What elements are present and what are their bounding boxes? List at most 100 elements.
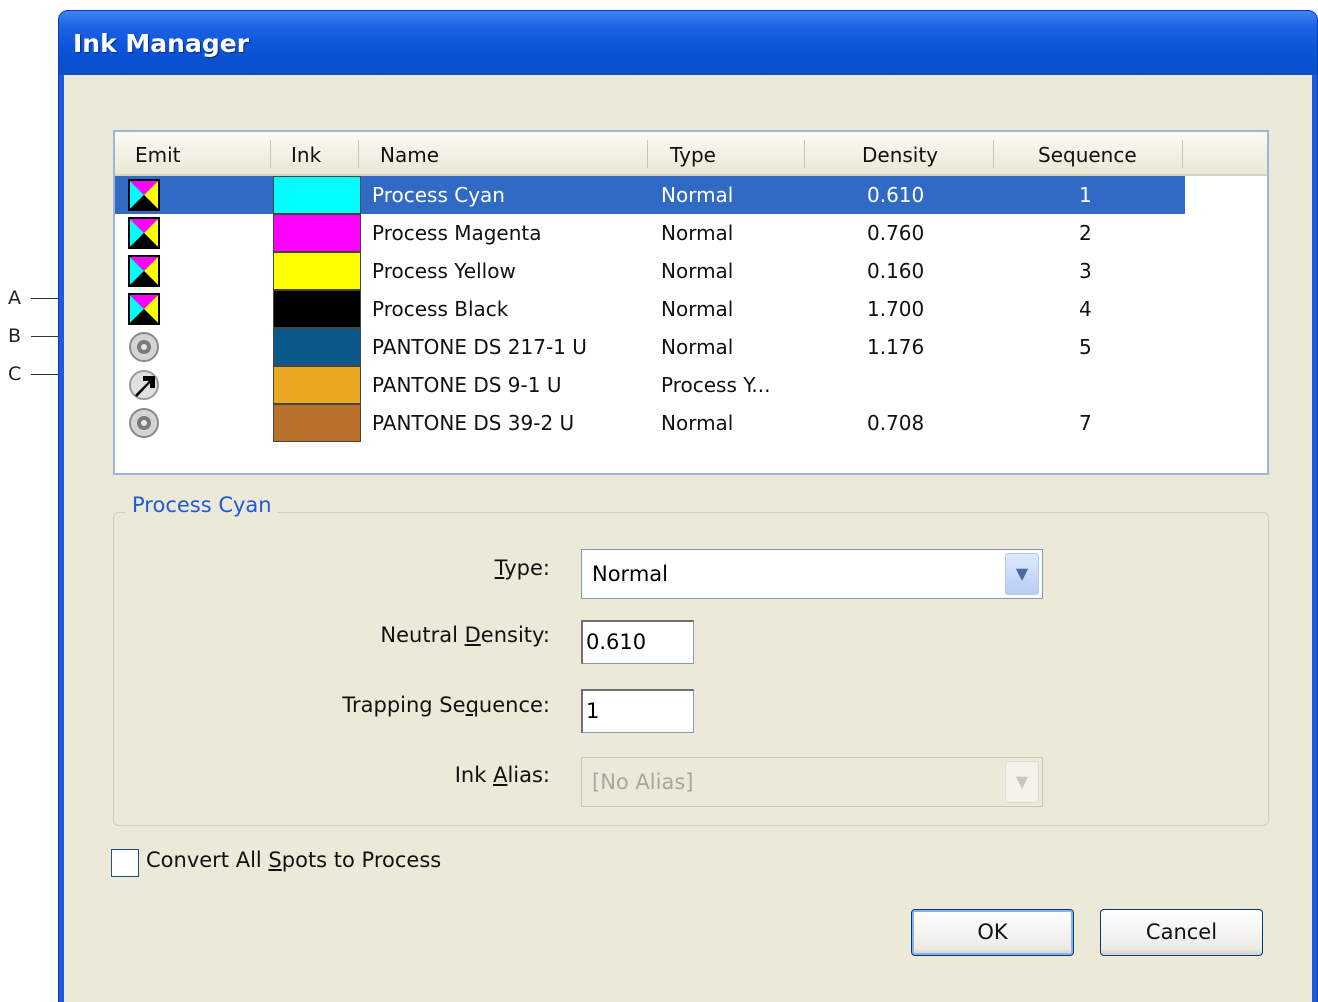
ink-swatch [273, 404, 361, 442]
callout-b-label: B [8, 325, 22, 347]
ink-table: Emit Ink Name Type Density Sequence Proc… [113, 130, 1269, 475]
ink-type: Normal [661, 221, 734, 245]
process-ink-icon[interactable] [127, 254, 161, 288]
callout-c-label: C [8, 363, 22, 385]
ink-name: PANTONE DS 217-1 U [372, 335, 587, 359]
table-row[interactable]: PANTONE DS 9-1 U Process Y... [115, 366, 1185, 404]
ink-name: Process Cyan [372, 183, 505, 207]
column-header-ink[interactable]: Ink [291, 132, 321, 174]
ink-name: Process Black [372, 297, 509, 321]
ink-name: PANTONE DS 9-1 U [372, 373, 562, 397]
ink-alias-select: [No Alias] ▼ [581, 757, 1043, 807]
convert-all-spots-checkbox[interactable] [111, 849, 139, 877]
ink-type: Normal [661, 411, 734, 435]
cancel-button[interactable]: Cancel [1100, 909, 1263, 956]
column-header-emit[interactable]: Emit [135, 132, 181, 174]
table-row[interactable]: PANTONE DS 39-2 U Normal 0.708 7 [115, 404, 1185, 442]
column-separator[interactable] [647, 140, 648, 168]
trapping-sequence-label: Trapping Sequence: [170, 693, 550, 717]
type-label-mnemonic: T [494, 556, 505, 580]
neutral-density-label-mnemonic: D [464, 623, 481, 647]
ink-swatch [273, 176, 361, 214]
ink-density: 0.160 [867, 259, 925, 283]
title-bar[interactable]: Ink Manager [59, 11, 1317, 75]
chevron-down-icon[interactable]: ▼ [1005, 553, 1039, 595]
convert-all-spots-label[interactable]: Convert All Spots to Process [146, 848, 441, 872]
ink-sequence: 7 [1079, 411, 1092, 435]
table-row[interactable]: PANTONE DS 217-1 U Normal 1.176 5 [115, 328, 1185, 366]
convert-all-spots-label-text: pots to Process [281, 848, 442, 872]
ink-density: 0.760 [867, 221, 925, 245]
ink-alias-label-text: lias: [507, 763, 550, 787]
neutral-density-label: Neutral Density: [170, 623, 550, 647]
ink-type: Normal [661, 297, 734, 321]
column-separator[interactable] [804, 140, 805, 168]
ink-sequence: 2 [1079, 221, 1092, 245]
trapping-sequence-label-text: uence: [478, 693, 550, 717]
table-row[interactable]: Process Magenta Normal 0.760 2 [115, 214, 1185, 252]
dialog-title: Ink Manager [73, 29, 250, 58]
trapping-sequence-label-pre: Trapping Se [342, 693, 466, 717]
ink-details-title: Process Cyan [126, 493, 278, 517]
ink-density: 0.708 [867, 411, 925, 435]
ink-sequence: 4 [1079, 297, 1092, 321]
ink-type: Process Y... [661, 373, 771, 397]
column-separator[interactable] [358, 140, 359, 168]
ink-sequence: 5 [1079, 335, 1092, 359]
alias-ink-icon[interactable] [127, 368, 161, 402]
type-select[interactable]: Normal ▼ [581, 549, 1043, 599]
spot-ink-icon[interactable] [127, 406, 161, 440]
process-ink-icon[interactable] [127, 292, 161, 326]
column-separator[interactable] [1182, 140, 1183, 168]
column-header-density[interactable]: Density [862, 132, 938, 174]
dialog-body: Emit Ink Name Type Density Sequence Proc… [64, 75, 1312, 1002]
ink-table-header: Emit Ink Name Type Density Sequence [115, 132, 1267, 176]
type-label-text: ype: [504, 556, 550, 580]
table-row[interactable]: Process Yellow Normal 0.160 3 [115, 252, 1185, 290]
convert-all-spots-label-pre: Convert All [146, 848, 269, 872]
ink-name: PANTONE DS 39-2 U [372, 411, 575, 435]
column-header-name[interactable]: Name [380, 132, 439, 174]
callout-a-label: A [8, 287, 21, 309]
ink-type: Normal [661, 335, 734, 359]
table-row[interactable]: Process Black Normal 1.700 4 [115, 290, 1185, 328]
column-header-sequence[interactable]: Sequence [1038, 132, 1137, 174]
neutral-density-input[interactable]: 0.610 [581, 620, 694, 664]
neutral-density-label-text: ensity: [480, 623, 550, 647]
ink-manager-dialog: Ink Manager Emit Ink Name Type Density S… [58, 10, 1318, 1002]
ink-type: Normal [661, 183, 734, 207]
process-ink-icon[interactable] [127, 178, 161, 212]
ok-button[interactable]: OK [911, 909, 1074, 956]
table-row[interactable]: Process Cyan Normal 0.610 1 [115, 176, 1185, 214]
ink-swatch [273, 366, 361, 404]
ink-type: Normal [661, 259, 734, 283]
ink-name: Process Magenta [372, 221, 542, 245]
column-separator[interactable] [993, 140, 994, 168]
ink-swatch [273, 290, 361, 328]
ink-details-group: Process Cyan Type: Normal ▼ Neutral Dens… [113, 493, 1269, 826]
ink-alias-label-pre: Ink [454, 763, 494, 787]
ink-sequence: 1 [1079, 183, 1092, 207]
ink-swatch [273, 214, 361, 252]
process-ink-icon[interactable] [127, 216, 161, 250]
ink-name: Process Yellow [372, 259, 516, 283]
ink-density: 0.610 [867, 183, 925, 207]
neutral-density-label-pre: Neutral [380, 623, 465, 647]
ink-alias-label: Ink Alias: [170, 763, 550, 787]
spot-ink-icon[interactable] [127, 330, 161, 364]
ink-swatch [273, 252, 361, 290]
ink-density: 1.176 [867, 335, 925, 359]
convert-all-spots-label-mnemonic: S [268, 848, 282, 872]
column-header-type[interactable]: Type [670, 132, 716, 174]
column-separator[interactable] [270, 140, 271, 168]
trapping-sequence-input[interactable]: 1 [581, 689, 694, 733]
type-label: Type: [170, 556, 550, 580]
ink-density: 1.700 [867, 297, 925, 321]
type-select-value: Normal [592, 562, 668, 586]
ink-alias-label-mnemonic: A [493, 763, 508, 787]
ink-swatch [273, 328, 361, 366]
ink-alias-select-value: [No Alias] [592, 770, 694, 794]
chevron-down-icon: ▼ [1005, 761, 1039, 803]
ink-sequence: 3 [1079, 259, 1092, 283]
trapping-sequence-label-mnemonic: q [465, 693, 479, 717]
